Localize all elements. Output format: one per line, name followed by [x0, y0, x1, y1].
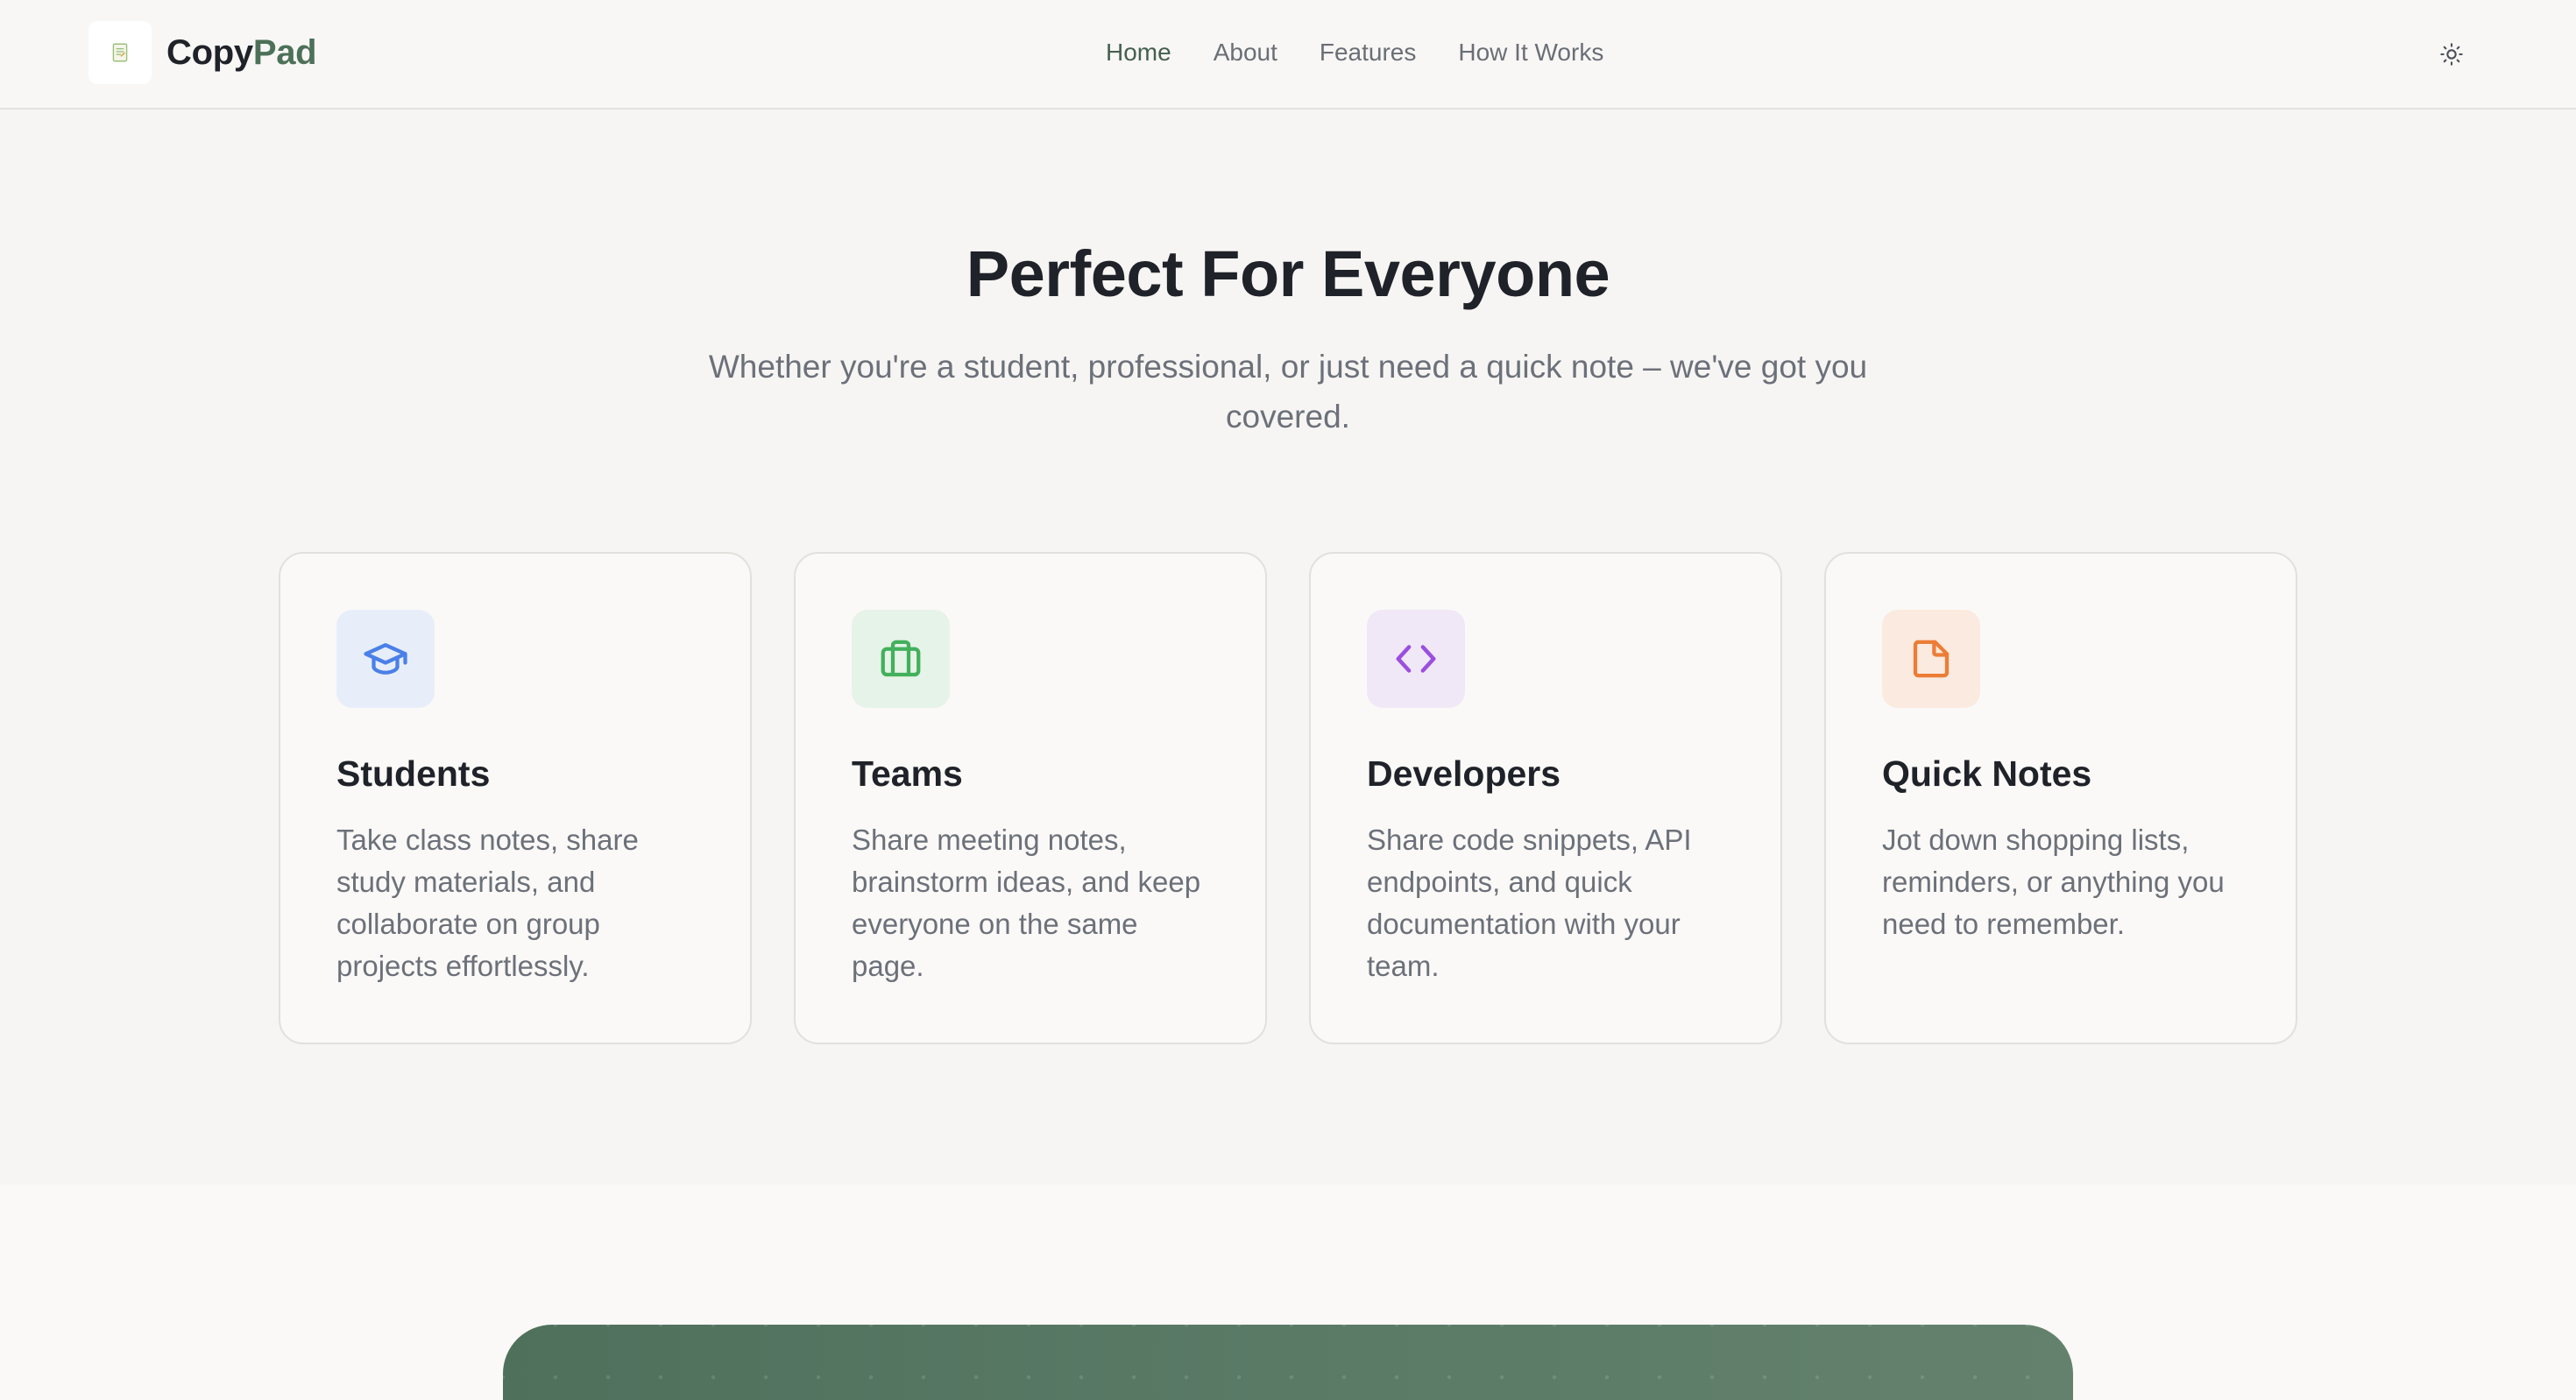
graduation-cap-icon: [336, 610, 435, 708]
card-title: Teams: [852, 753, 963, 794]
card-title: Developers: [1367, 753, 1561, 794]
theme-toggle-button[interactable]: [2429, 32, 2474, 77]
brand-logo-link[interactable]: Copy Pad: [88, 21, 317, 84]
dot-pattern: [503, 1325, 2073, 1400]
nav-link-about[interactable]: About: [1214, 39, 1277, 67]
audience-cards: Students Take class notes, share study m…: [279, 552, 2297, 1044]
code-icon: [1367, 610, 1465, 708]
card-teams: Teams Share meeting notes, brainstorm id…: [794, 552, 1267, 1044]
nav-link-features[interactable]: Features: [1320, 39, 1417, 67]
briefcase-icon: [852, 610, 950, 708]
card-description: Take class notes, share study materials,…: [336, 824, 639, 982]
card-title: Quick Notes: [1882, 753, 2092, 794]
card-description: Jot down shopping lists, reminders, or a…: [1882, 824, 2225, 940]
sticky-note-icon: [1882, 610, 1980, 708]
main-nav: Home About Features How It Works: [1106, 30, 1603, 75]
top-navbar: Copy Pad Home About Features How It Works: [0, 0, 2576, 110]
card-quick-notes: Quick Notes Jot down shopping lists, rem…: [1824, 552, 2297, 1044]
card-title: Students: [336, 753, 491, 794]
section-subtitle: Whether you're a student, professional, …: [708, 349, 1868, 435]
brand-name-pad: Pad: [252, 32, 317, 72]
brand-name: Copy Pad: [166, 32, 317, 73]
sun-icon: [2440, 43, 2463, 66]
card-description: Share meeting notes, brainstorm ideas, a…: [852, 824, 1201, 982]
notepad-icon: [88, 21, 152, 84]
nav-link-how-it-works[interactable]: How It Works: [1458, 39, 1603, 67]
cta-banner: [503, 1325, 2073, 1400]
section-title: Perfect For Everyone: [966, 237, 1610, 310]
card-students: Students Take class notes, share study m…: [279, 552, 752, 1044]
nav-link-home[interactable]: Home: [1106, 39, 1171, 67]
card-description: Share code snippets, API endpoints, and …: [1367, 824, 1692, 982]
brand-name-copy: Copy: [166, 32, 253, 72]
card-developers: Developers Share code snippets, API endp…: [1309, 552, 1782, 1044]
